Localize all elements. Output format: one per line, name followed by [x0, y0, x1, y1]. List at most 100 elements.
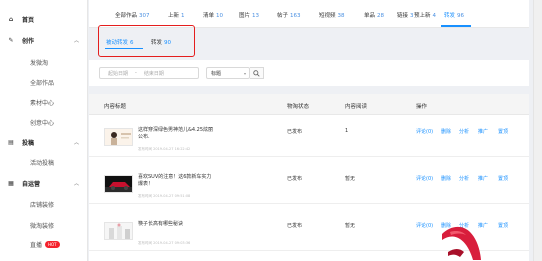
sidebar-item-shop-decor[interactable]: 店铺装修 — [30, 198, 54, 210]
page-scrollbar[interactable] — [533, 0, 542, 261]
row-status: 已发布 — [287, 223, 303, 229]
tab-posts[interactable]: 帖子 163 — [277, 11, 301, 19]
sidebar-item-weitao-decor[interactable]: 微淘装修 — [30, 219, 54, 231]
start-date-field[interactable]: 起始日期 — [108, 70, 128, 77]
comment-link[interactable]: 评论(0) — [416, 222, 433, 229]
row-title[interactable]: 筷子长高有哪些秘诀 — [138, 221, 214, 228]
pin-link[interactable]: 置顶 — [498, 128, 508, 135]
tab-count: 163 — [290, 13, 301, 19]
row-title[interactable]: 喜欢SUV的注意！这6款新车实力爆表！ — [138, 174, 214, 188]
pin-link[interactable]: 置顶 — [498, 222, 508, 229]
tab-count: 28 — [377, 13, 385, 19]
subtab-count: 90 — [164, 40, 172, 46]
date-range-input[interactable]: 起始日期 - 结束日期 — [99, 67, 199, 79]
row-status: 已发布 — [287, 176, 303, 182]
sidebar-group-label: 创作 — [22, 37, 35, 45]
analyze-link[interactable]: 分析 — [459, 175, 469, 182]
comment-link[interactable]: 评论(0) — [416, 175, 433, 182]
analyze-link[interactable]: 分析 — [459, 128, 469, 135]
comment-link[interactable]: 评论(0) — [416, 128, 433, 135]
tab-label: 上新 — [168, 13, 180, 19]
select-value: 标题 — [211, 70, 222, 77]
pin-link[interactable]: 置顶 — [498, 175, 508, 182]
sidebar: ⌂ 首页 ✎ 创作 ︿ 发微淘 全部作品 素材中心 创意中心 ▤ 投稿 ︿ 活动… — [0, 0, 88, 261]
col-actions: 操作 — [416, 104, 428, 110]
content-type-tabs: 全部作品 307 上新 1 清单 10 图片 13 帖子 163 短视频 38 单品 28 链… — [89, 0, 529, 28]
tab-short-video[interactable]: 短视频 38 — [319, 11, 345, 19]
sidebar-item-all-works[interactable]: 全部作品 — [30, 76, 54, 88]
pen-icon: ✎ — [8, 36, 14, 44]
tab-label: 帖子 — [277, 13, 289, 19]
tab-list[interactable]: 清单 10 — [203, 11, 223, 19]
tab-all-works[interactable]: 全部作品 307 — [115, 11, 150, 19]
sidebar-group-self-operate[interactable]: ▦ 自运营 ︿ — [7, 177, 85, 189]
tab-count: 4 — [432, 13, 437, 19]
delete-link[interactable]: 删除 — [441, 175, 451, 182]
tab-count: 1 — [181, 13, 185, 19]
tab-count: 307 — [139, 13, 150, 19]
tab-label: 预上新 — [414, 13, 431, 19]
row-thumbnail — [104, 222, 133, 240]
date-separator: - — [135, 70, 137, 76]
sidebar-item-material-center[interactable]: 素材中心 — [30, 96, 54, 108]
subtab-forward[interactable]: 转发 90 — [151, 38, 171, 46]
active-tab-indicator — [441, 25, 471, 27]
sidebar-group-label: 自运营 — [22, 180, 41, 188]
tab-count: 96 — [457, 13, 465, 19]
tab-pre-new[interactable]: 预上新 4 — [414, 11, 436, 19]
row-reads: 暂无 — [345, 223, 356, 229]
sidebar-item-activity-submit[interactable]: 活动投稿 — [30, 156, 54, 168]
ribbon-decoration-icon — [442, 226, 481, 260]
tab-new[interactable]: 上新 1 — [168, 11, 185, 19]
search-button[interactable] — [250, 67, 264, 79]
chevron-down-icon: ▾ — [243, 70, 246, 76]
row-status: 已发布 — [287, 129, 303, 135]
row-publish-time: 发布时间 2019-04-27 09:03:36 — [138, 241, 191, 245]
filter-bar: 起始日期 - 结束日期 标题 ▾ — [89, 60, 529, 86]
subtab-count: 6 — [130, 40, 134, 46]
row-title[interactable]: 这样穿深绿色男神范儿&4.25炫丽公布. — [138, 127, 214, 141]
sidebar-group-create[interactable]: ✎ 创作 ︿ — [7, 34, 85, 46]
chevron-up-icon: ︿ — [73, 180, 79, 187]
col-title: 内容标题 — [104, 104, 127, 110]
table-row: 这样穿深绿色男神范儿&4.25炫丽公布. 发布时间 2019-04-27 16:… — [89, 117, 529, 157]
sidebar-group-label: 首页 — [22, 16, 35, 24]
sidebar-home[interactable]: ⌂ 首页 — [7, 13, 85, 25]
tab-label: 单品 — [364, 13, 376, 19]
tab-count: 13 — [252, 13, 260, 19]
tab-forward[interactable]: 转发 96 — [444, 11, 464, 19]
promote-link[interactable]: 推广 — [478, 128, 488, 135]
document-icon: ▤ — [8, 138, 14, 146]
col-reads: 内容阅读 — [345, 104, 368, 110]
table-row: 喜欢SUV的注意！这6款新车实力爆表！ 发布时间 2019-04-27 09:5… — [89, 164, 529, 204]
row-reads: 1 — [345, 128, 349, 134]
promote-link[interactable]: 推广 — [478, 175, 488, 182]
delete-link[interactable]: 删除 — [441, 128, 451, 135]
tab-count: 3 — [410, 13, 414, 19]
table-header: 内容标题 物淘状态 内容阅读 操作 — [89, 94, 529, 115]
sidebar-group-submit[interactable]: ▤ 投稿 ︿ — [7, 136, 85, 148]
row-publish-time: 发布时间 2019-04-27 09:51:08 — [138, 194, 191, 198]
tab-items[interactable]: 单品 28 — [364, 11, 384, 19]
end-date-field[interactable]: 结束日期 — [144, 70, 164, 77]
sidebar-item-idea-center[interactable]: 创意中心 — [30, 116, 54, 128]
search-field-select[interactable]: 标题 ▾ — [206, 67, 250, 79]
forward-subtabs-highlight: 被动转发 6 转发 90 — [98, 25, 195, 57]
search-icon — [253, 69, 260, 77]
tab-count: 38 — [337, 13, 345, 19]
tab-label: 清单 — [203, 13, 215, 19]
tab-label: 转发 — [444, 13, 456, 19]
subtab-passive-forward[interactable]: 被动转发 6 — [106, 38, 134, 46]
tab-label: 全部作品 — [115, 13, 138, 19]
row-reads: 暂无 — [345, 176, 356, 182]
col-status: 物淘状态 — [287, 104, 310, 110]
subtab-label: 转发 — [151, 40, 163, 46]
sidebar-item-live[interactable]: 直播 HOT — [30, 238, 60, 250]
row-thumbnail — [104, 128, 133, 146]
tab-count: 10 — [216, 13, 224, 19]
sidebar-group-label: 投稿 — [22, 139, 35, 147]
sidebar-item-post[interactable]: 发微淘 — [30, 56, 48, 68]
tab-images[interactable]: 图片 13 — [239, 11, 259, 19]
tab-links[interactable]: 链接 3 — [397, 11, 414, 19]
chevron-up-icon: ︿ — [73, 139, 79, 146]
